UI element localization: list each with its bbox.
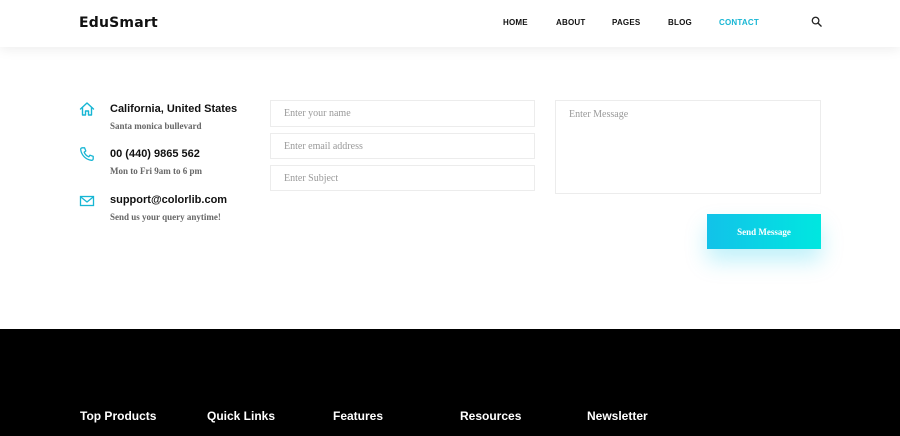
home-icon [79,102,95,116]
address-subtitle: Santa monica bullevard [110,121,202,131]
footer-heading-features: Features [333,409,384,423]
site-header: EduSmart HOME ABOUT PAGES BLOG CONTACT [0,0,900,47]
nav-pages[interactable]: PAGES [612,18,640,27]
email-input[interactable] [270,133,535,159]
site-footer: Top Products Quick Links Features Resour… [0,329,900,436]
phone-icon [80,147,94,161]
nav-about[interactable]: ABOUT [556,18,585,27]
address-title: California, United States [110,103,238,115]
phone-title: 00 (440) 9865 562 [110,148,200,160]
footer-heading-top-products: Top Products [80,409,157,423]
search-icon[interactable] [811,16,822,27]
nav-contact[interactable]: CONTACT [719,18,759,27]
nav-blog[interactable]: BLOG [668,18,692,27]
name-input[interactable] [270,100,535,127]
message-textarea[interactable] [555,100,821,194]
site-logo[interactable]: EduSmart [79,15,158,31]
subject-input[interactable] [270,165,535,191]
footer-heading-resources: Resources [460,409,522,423]
footer-heading-newsletter: Newsletter [587,409,648,423]
mail-icon [79,195,95,207]
send-message-button[interactable]: Send Message [707,214,821,249]
phone-subtitle: Mon to Fri 9am to 6 pm [110,166,202,176]
footer-heading-quick-links: Quick Links [207,409,276,423]
email-subtitle: Send us your query anytime! [110,212,221,222]
nav-home[interactable]: HOME [503,18,528,27]
email-title: support@colorlib.com [110,194,228,206]
